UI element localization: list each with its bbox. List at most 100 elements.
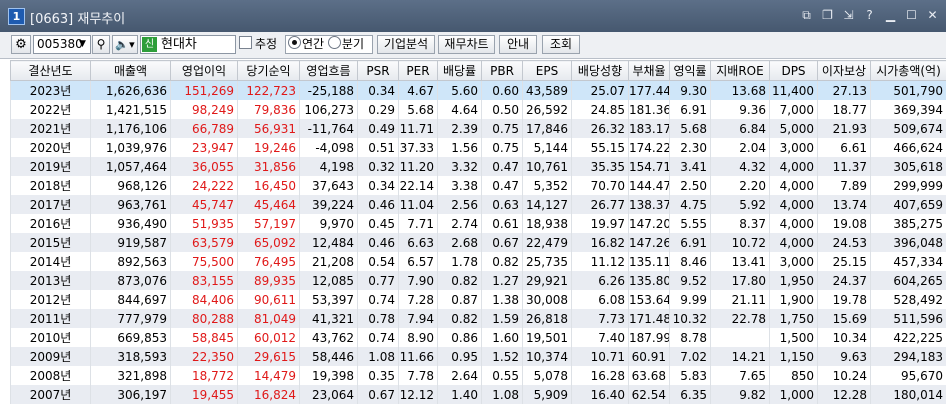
table-row[interactable]: 2017년 963,761 45,747 45,464 39,224 0.46 11.04 2… [10,195,946,214]
table-cell: 7.90 [398,271,438,290]
minimize-icon[interactable]: ▁ [883,8,898,23]
radio-annual[interactable] [288,36,301,49]
table-cell: 84,406 [170,290,238,309]
column-header[interactable]: PER [398,60,438,81]
table-cell: 29,921 [522,271,572,290]
stock-code-dropdown-icon[interactable]: ▼ [75,36,90,55]
table-cell: 43,589 [522,80,572,100]
settings-gear-icon[interactable]: ⚙ [11,35,31,54]
column-header[interactable]: 배당률 [437,60,482,81]
table-cell: 25.15 [817,252,871,271]
close-icon[interactable]: ✕ [925,8,940,23]
table-cell: 95,670 [870,366,946,385]
table-cell: 3.41 [669,157,711,176]
table-cell: 147.20 [628,214,670,233]
table-row[interactable]: 2019년 1,057,464 36,055 31,856 4,198 0.32 11.20… [10,157,946,176]
table-row[interactable]: 2010년 669,853 58,845 60,012 43,762 0.74 8.90 0.… [10,328,946,347]
table-row[interactable]: 2020년 1,039,976 23,947 19,246 -4,098 0.51 37.3… [10,138,946,157]
column-header[interactable]: 매출액 [90,60,171,81]
column-header[interactable]: 이자보상 [817,60,871,81]
radio-annual-label[interactable]: 연간 [302,37,324,51]
radio-quarter[interactable] [327,36,341,49]
table-cell: 604,265 [870,271,946,290]
table-cell: 1.38 [481,290,523,309]
table-cell: 22.78 [710,309,770,328]
table-cell: 1.56 [437,138,482,157]
table-cell: 16.40 [571,385,629,404]
table-row[interactable]: 2007년 306,197 19,455 16,824 23,064 0.67 12.12 1… [10,385,946,404]
table-row[interactable]: 2018년 968,126 24,222 16,450 37,643 0.34 22.14 3… [10,176,946,195]
table-cell: 5.83 [669,366,711,385]
column-header[interactable]: 배당성향 [571,60,629,81]
table-row[interactable]: 2008년 321,898 18,772 14,479 19,398 0.35 7.78 2.… [10,366,946,385]
column-header[interactable]: 영업이익 [170,60,238,81]
table-row[interactable]: 2012년 844,697 84,406 90,611 53,397 0.74 7.28 0.… [10,290,946,309]
table-cell: 106,273 [299,100,358,119]
search-icon[interactable]: ⚲ [92,35,110,54]
table-cell: 13.41 [710,252,770,271]
table-cell: 17,846 [522,119,572,138]
table-cell: 1,000 [769,385,818,404]
column-header[interactable]: 부채율 [628,60,670,81]
table-cell: 24.37 [817,271,871,290]
table-cell: 0.82 [437,309,482,328]
column-header[interactable]: EPS [522,60,572,81]
table-cell: 4.67 [398,80,438,100]
table-cell: 5.68 [398,100,438,119]
table-row[interactable]: 2014년 892,563 75,500 76,495 21,208 0.54 6.57 1.… [10,252,946,271]
table-cell: 2.20 [710,176,770,195]
financial-chart-button[interactable]: 재무차트 [438,35,495,54]
column-header[interactable]: 결산년도 [10,60,91,81]
stock-name-field[interactable]: 신 현대차 [140,35,236,54]
table-cell: 0.32 [357,157,399,176]
financial-trend-window: 1 [0663] 재무추이 ⧉ ❐ ⇲ ? ▁ ☐ ✕ ⚙ 005380 ▼ ⚲… [0,0,946,410]
table-row[interactable]: 2011년 777,979 80,288 81,049 41,321 0.78 7.94 0.… [10,309,946,328]
query-button[interactable]: 조회 [542,35,580,54]
table-row[interactable]: 2023년 1,626,636 151,269 122,723 -25,188 0.34 4… [10,80,946,100]
column-header[interactable]: 지배ROE [710,60,770,81]
column-header[interactable]: 시가총액(억) [870,60,946,81]
table-cell: 4,000 [769,195,818,214]
column-header[interactable]: PBR [481,60,523,81]
column-header[interactable]: PSR [357,60,399,81]
resize-icon[interactable]: ⇲ [841,8,856,23]
table-cell: 183.17 [628,119,670,138]
column-header[interactable]: 영업흐름 [299,60,358,81]
table-row[interactable]: 2013년 873,076 83,155 89,935 12,085 0.77 7.90 0.… [10,271,946,290]
table-cell: 23,064 [299,385,358,404]
checkbox-box[interactable] [239,36,252,49]
table-cell: 9.30 [669,80,711,100]
table-row[interactable]: 2022년 1,421,515 98,249 79,836 106,273 0.29 5.6… [10,100,946,119]
column-header[interactable]: DPS [769,60,818,81]
table-cell: 60.91 [628,347,670,366]
table-cell: 850 [769,366,818,385]
radio-quarter-label[interactable]: 분기 [342,37,364,51]
table-cell: 5.92 [710,195,770,214]
table-row[interactable]: 2021년 1,176,106 66,789 56,931 -11,764 0.49 11.… [10,119,946,138]
guide-button[interactable]: 안내 [499,35,537,54]
help-icon[interactable]: ? [862,8,877,23]
maximize-icon[interactable]: ☐ [904,8,919,23]
column-header[interactable]: 당기순익 [237,60,300,81]
table-cell: 7.73 [571,309,629,328]
column-header[interactable]: 영익률 [669,60,711,81]
copy-icon[interactable]: ❐ [820,8,835,23]
table-cell: 21.93 [817,119,871,138]
speaker-icon[interactable]: 🔈▾ [112,35,138,54]
table-cell: 12,484 [299,233,358,252]
table-row[interactable]: 2009년 318,593 22,350 29,615 58,446 1.08 11.66 0… [10,347,946,366]
window-restore-icon[interactable]: ⧉ [799,8,814,23]
table-row[interactable]: 2016년 936,490 51,935 57,197 9,970 0.45 7.71 2.7… [10,214,946,233]
table-cell: 17.80 [710,271,770,290]
table-cell: 19,455 [170,385,238,404]
table-cell: 2009년 [10,347,91,366]
estimate-checkbox[interactable]: 추정 [239,35,289,54]
company-analysis-button[interactable]: 기업분석 [377,35,435,54]
table-cell: 154.71 [628,157,670,176]
table-cell: 58,446 [299,347,358,366]
table-row[interactable]: 2015년 919,587 63,579 65,092 12,484 0.46 6.63 2.… [10,233,946,252]
table-cell: 12,085 [299,271,358,290]
table-cell: 0.47 [481,176,523,195]
table-cell: 2020년 [10,138,91,157]
table-cell: 0.87 [437,290,482,309]
